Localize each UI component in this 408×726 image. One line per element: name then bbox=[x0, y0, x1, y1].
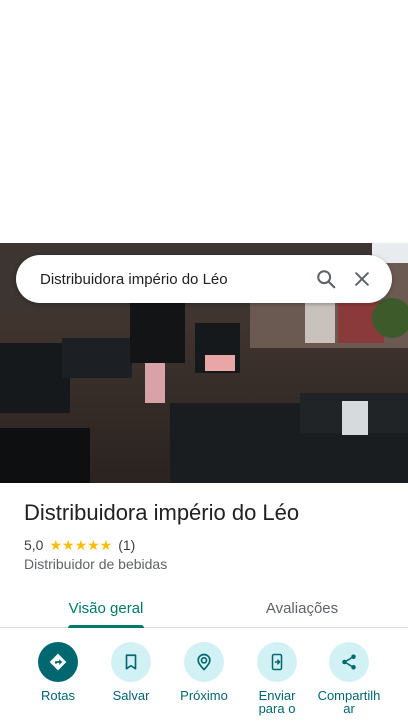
share-button[interactable]: Compartilhar bbox=[309, 642, 389, 715]
share-label: Compartilhar bbox=[317, 688, 381, 716]
nearby-icon bbox=[184, 642, 224, 682]
tab-reviews[interactable]: Avaliações bbox=[238, 588, 366, 628]
nearby-label: Próximo bbox=[180, 688, 228, 703]
nearby-button[interactable]: Próximo bbox=[164, 642, 244, 702]
save-button[interactable]: Salvar bbox=[91, 642, 171, 702]
rating-row[interactable]: 5,0 ★★★★★ (1) bbox=[24, 536, 135, 554]
send-to-phone-icon bbox=[257, 642, 297, 682]
search-icon[interactable] bbox=[308, 261, 344, 297]
send-to-phone-label: Enviar para o bbox=[258, 688, 296, 716]
directions-button[interactable]: Rotas bbox=[18, 642, 98, 702]
review-count[interactable]: (1) bbox=[118, 537, 135, 553]
bookmark-icon bbox=[111, 642, 151, 682]
map-area-blank bbox=[0, 0, 408, 243]
share-icon bbox=[329, 642, 369, 682]
action-buttons: Rotas Salvar Próximo Enviar para o Compa… bbox=[0, 640, 408, 726]
save-label: Salvar bbox=[112, 688, 150, 703]
directions-label: Rotas bbox=[41, 688, 75, 703]
tab-overview[interactable]: Visão geral bbox=[42, 588, 170, 628]
search-bar[interactable]: Distribuidora império do Léo bbox=[16, 255, 392, 303]
active-tab-indicator bbox=[68, 625, 144, 628]
place-category[interactable]: Distribuidor de bebidas bbox=[24, 556, 167, 572]
tab-bar: Visão geral Avaliações bbox=[0, 588, 408, 628]
search-input[interactable]: Distribuidora império do Léo bbox=[40, 271, 308, 288]
rating-value: 5,0 bbox=[24, 537, 44, 553]
close-icon[interactable] bbox=[344, 261, 380, 297]
place-title: Distribuidora império do Léo bbox=[24, 500, 300, 525]
directions-icon bbox=[38, 642, 78, 682]
send-to-phone-button[interactable]: Enviar para o bbox=[237, 642, 317, 715]
star-rating-icon: ★★★★★ bbox=[49, 536, 113, 553]
